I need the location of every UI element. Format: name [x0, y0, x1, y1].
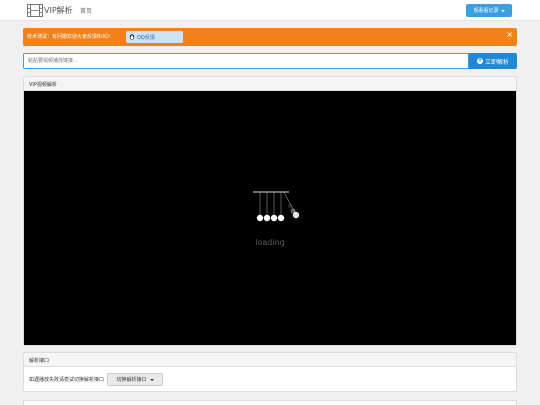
- notice-alert: 技术测试：有问题欢迎大家反馈BUG! QQ反馈 ×: [23, 28, 517, 46]
- chevron-down-icon: [149, 378, 154, 381]
- penguin-icon: [129, 34, 135, 40]
- watch-history-button[interactable]: 观看看记录: [466, 4, 512, 17]
- source-hint: 如遇播放失败请尝试切换解析接口: [29, 377, 105, 383]
- newtons-cradle-loader-icon: [253, 191, 300, 222]
- top-navbar: VIP解析 首页 观看看记录: [0, 0, 540, 21]
- alert-message: 技术测试：有问题欢迎大家反馈BUG!: [27, 34, 110, 40]
- source-selector-row: 如遇播放失败请尝试切换解析接口 切换解析接口: [29, 373, 164, 386]
- video-player-panel: VIP视频解析 loading: [23, 76, 517, 346]
- player-panel-title: VIP视频解析: [24, 77, 516, 91]
- footer-panel-edge: [23, 400, 517, 405]
- parse-button-label: 立即解析: [484, 58, 509, 66]
- qq-feedback-label: QQ反馈: [137, 34, 155, 41]
- close-icon[interactable]: ×: [506, 31, 513, 39]
- plus-circle-icon: +: [476, 57, 483, 64]
- video-player[interactable]: loading: [24, 91, 516, 345]
- qq-feedback-button[interactable]: QQ反馈: [126, 31, 183, 43]
- parse-source-panel: 解析接口 如遇播放失败请尝试切换解析接口 切换解析接口: [23, 352, 517, 392]
- watch-history-label: 观看看记录: [473, 8, 499, 14]
- brand-name: VIP解析: [44, 6, 73, 15]
- brand-logo[interactable]: VIP解析: [27, 4, 73, 17]
- switch-source-label: 切换解析接口: [116, 377, 147, 383]
- loading-label: loading: [255, 238, 285, 247]
- film-icon: [27, 4, 43, 17]
- nav-home-link[interactable]: 首页: [80, 6, 92, 15]
- switch-source-dropdown[interactable]: 切换解析接口: [107, 373, 164, 386]
- source-panel-title: 解析接口: [24, 353, 516, 367]
- video-url-input[interactable]: [23, 53, 469, 69]
- parse-button[interactable]: + 立即解析: [469, 53, 517, 69]
- chevron-down-icon: [500, 9, 505, 12]
